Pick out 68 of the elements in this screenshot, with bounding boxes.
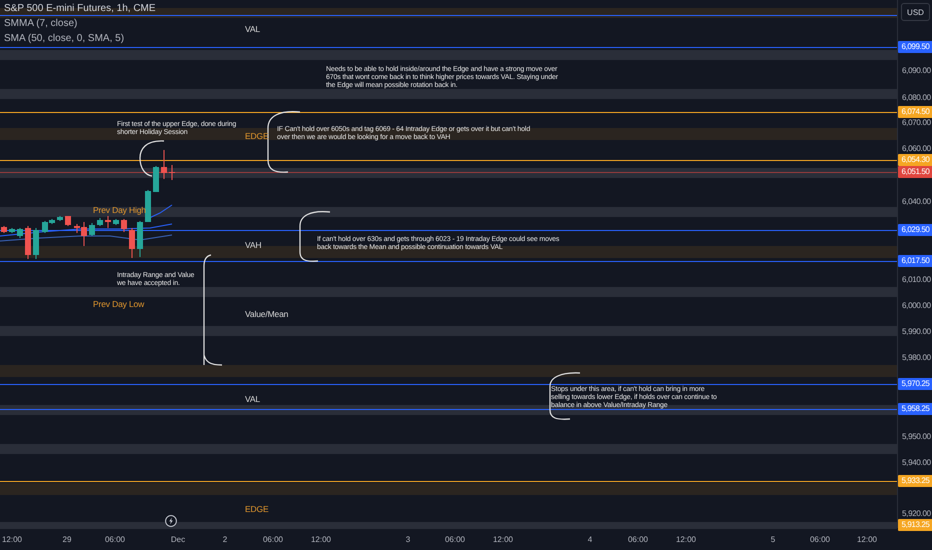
candlestick bbox=[57, 216, 63, 222]
legend-text: S&P 500 E-mini Futures, 1h, CME bbox=[4, 2, 156, 16]
price-tick: 5,950.00 bbox=[902, 432, 931, 442]
level-label: EDGE bbox=[245, 504, 268, 515]
time-label: 2 bbox=[222, 535, 228, 545]
time-label: 12:00 bbox=[492, 535, 514, 545]
candlestick bbox=[105, 216, 111, 228]
price-tick: 6,060.00 bbox=[902, 144, 931, 154]
legend-text: SMA (50, close, 0, SMA, 5) bbox=[4, 32, 126, 46]
time-label: 06:00 bbox=[262, 535, 284, 545]
price-tag: 6,054.30 bbox=[898, 154, 932, 166]
price-tag: 5,958.25 bbox=[898, 403, 932, 415]
time-label: 06:00 bbox=[628, 535, 648, 545]
candlestick bbox=[153, 166, 159, 192]
candlestick bbox=[9, 228, 15, 234]
level-label: VAH bbox=[245, 240, 262, 251]
price-tick: 6,000.00 bbox=[902, 301, 931, 311]
price-tick: 5,980.00 bbox=[902, 353, 931, 363]
price-tick: 6,080.00 bbox=[902, 93, 931, 103]
price-tag: 5,933.25 bbox=[898, 475, 932, 487]
candlestick bbox=[129, 228, 135, 258]
candlestick bbox=[161, 150, 167, 180]
bracket-line bbox=[139, 140, 164, 177]
price-tag: 5,913.25 bbox=[898, 519, 932, 531]
price-tag: 5,970.25 bbox=[898, 378, 932, 390]
candlestick bbox=[169, 164, 175, 180]
time-label: 5 bbox=[770, 535, 776, 545]
level-label: Value/Mean bbox=[245, 309, 288, 320]
candlestick bbox=[121, 218, 127, 232]
price-tick: 5,940.00 bbox=[902, 458, 931, 468]
time-label: 12:00 bbox=[856, 535, 878, 545]
price-tag: 6,029.50 bbox=[898, 224, 932, 236]
price-tag: 6,017.50 bbox=[898, 255, 932, 267]
candlestick bbox=[25, 226, 31, 260]
level-label: VAL bbox=[245, 24, 260, 35]
price-tick: 6,070.00 bbox=[902, 118, 931, 128]
time-label: 12:00 bbox=[310, 535, 332, 545]
price-tag: 6,051.50 bbox=[898, 166, 932, 178]
time-label: 4 bbox=[588, 535, 592, 545]
level-label: Prev Day Low bbox=[93, 299, 144, 310]
price-tick: 5,990.00 bbox=[902, 327, 931, 337]
candlestick bbox=[1, 226, 7, 234]
time-label: 06:00 bbox=[104, 535, 126, 545]
time-label: 12:00 bbox=[676, 535, 696, 545]
level-label: VAL bbox=[245, 394, 260, 405]
candlestick bbox=[145, 190, 151, 222]
candlestick bbox=[65, 216, 71, 226]
candlestick bbox=[97, 218, 103, 226]
currency-button[interactable]: USD bbox=[901, 3, 930, 21]
lightning-icon bbox=[165, 515, 177, 527]
candlestick bbox=[33, 228, 39, 260]
price-tick: 6,010.00 bbox=[902, 275, 931, 285]
legend-text: SMMA (7, close) bbox=[4, 17, 78, 31]
time-label: 12:00 bbox=[2, 535, 22, 545]
price-tag: 6,099.50 bbox=[898, 41, 932, 53]
price-tick: 5,920.00 bbox=[902, 509, 931, 519]
time-label: Dec bbox=[170, 535, 186, 545]
candlestick bbox=[137, 220, 143, 258]
time-label: 06:00 bbox=[810, 535, 830, 545]
time-label: 3 bbox=[406, 535, 410, 545]
price-tick: 6,040.00 bbox=[902, 197, 931, 207]
candlestick bbox=[17, 228, 23, 238]
time-label: 06:00 bbox=[444, 535, 466, 545]
candlestick bbox=[89, 222, 95, 236]
price-tick: 6,090.00 bbox=[902, 66, 931, 76]
time-label: 29 bbox=[62, 535, 72, 545]
candlestick bbox=[113, 218, 119, 226]
price-tag: 6,074.50 bbox=[898, 106, 932, 118]
